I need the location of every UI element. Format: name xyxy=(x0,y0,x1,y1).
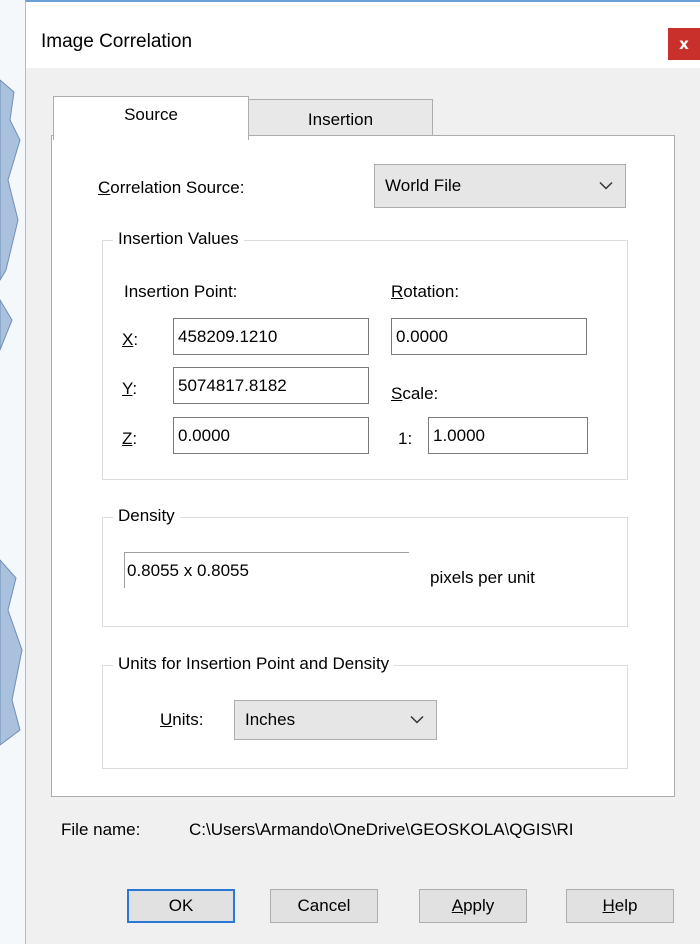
correlation-source-value: World File xyxy=(385,176,462,195)
file-name-label: File name: xyxy=(61,820,141,839)
cancel-button-label: Cancel xyxy=(297,896,351,915)
units-label: Units: xyxy=(160,710,204,729)
ok-button[interactable]: OK xyxy=(127,889,235,923)
z-label: Z: xyxy=(122,429,138,448)
rotation-label: Rotation: xyxy=(391,282,460,301)
correlation-source-dropdown[interactable]: World File xyxy=(374,164,626,208)
units-value: Inches xyxy=(245,710,296,729)
scale-prefix: 1: xyxy=(398,429,413,448)
tab-source[interactable]: Source xyxy=(53,96,249,140)
insertion-point-label: Insertion Point: xyxy=(124,282,238,301)
density-input[interactable]: 0.8055 x 0.8055 xyxy=(124,552,409,588)
rotation-input[interactable]: 0.0000 xyxy=(391,318,587,355)
close-icon: x xyxy=(679,35,689,53)
z-value: 0.0000 xyxy=(178,425,230,445)
insertion-values-legend: Insertion Values xyxy=(113,229,244,249)
density-value: 0.8055 x 0.8055 xyxy=(127,560,249,580)
close-button[interactable]: x xyxy=(668,28,700,60)
ok-button-label: OK xyxy=(168,896,194,915)
help-button-label: Help xyxy=(602,896,638,915)
x-value: 458209.1210 xyxy=(178,326,278,346)
image-correlation-dialog: Image Correlation x Source Insertion Cor… xyxy=(25,0,700,944)
tab-source-label: Source xyxy=(124,105,178,124)
scale-value: 1.0000 xyxy=(433,425,485,445)
density-legend: Density xyxy=(113,506,180,526)
tab-insertion-label: Insertion xyxy=(307,109,374,129)
scale-label: Scale: xyxy=(391,384,439,403)
source-tab-panel: Correlation Source: World File Insertion… xyxy=(51,135,675,797)
background-map-fragment xyxy=(0,0,26,944)
title-bar: Image Correlation x xyxy=(26,2,700,68)
z-input[interactable]: 0.0000 xyxy=(173,417,369,454)
chevron-down-icon xyxy=(599,181,613,190)
units-legend: Units for Insertion Point and Density xyxy=(113,654,395,674)
y-input[interactable]: 5074817.8182 xyxy=(173,367,369,404)
window-title: Image Correlation xyxy=(41,31,193,52)
help-button[interactable]: Help xyxy=(566,889,674,923)
units-dropdown[interactable]: Inches xyxy=(234,700,437,740)
y-value: 5074817.8182 xyxy=(178,375,287,395)
density-units-text: pixels per unit xyxy=(430,568,535,587)
x-label: X: xyxy=(122,330,139,349)
cancel-button[interactable]: Cancel xyxy=(270,889,378,923)
tab-insertion[interactable]: Insertion xyxy=(248,99,433,135)
scale-input[interactable]: 1.0000 xyxy=(428,417,588,454)
apply-button[interactable]: Apply xyxy=(419,889,527,923)
apply-button-label: Apply xyxy=(451,896,495,915)
file-path: C:\Users\Armando\OneDrive\GEOSKOLA\QGIS\… xyxy=(189,820,574,839)
rotation-value: 0.0000 xyxy=(396,326,448,346)
chevron-down-icon xyxy=(410,715,424,724)
correlation-source-label: Correlation Source: xyxy=(98,178,245,197)
x-input[interactable]: 458209.1210 xyxy=(173,318,369,355)
y-label: Y: xyxy=(122,379,138,398)
